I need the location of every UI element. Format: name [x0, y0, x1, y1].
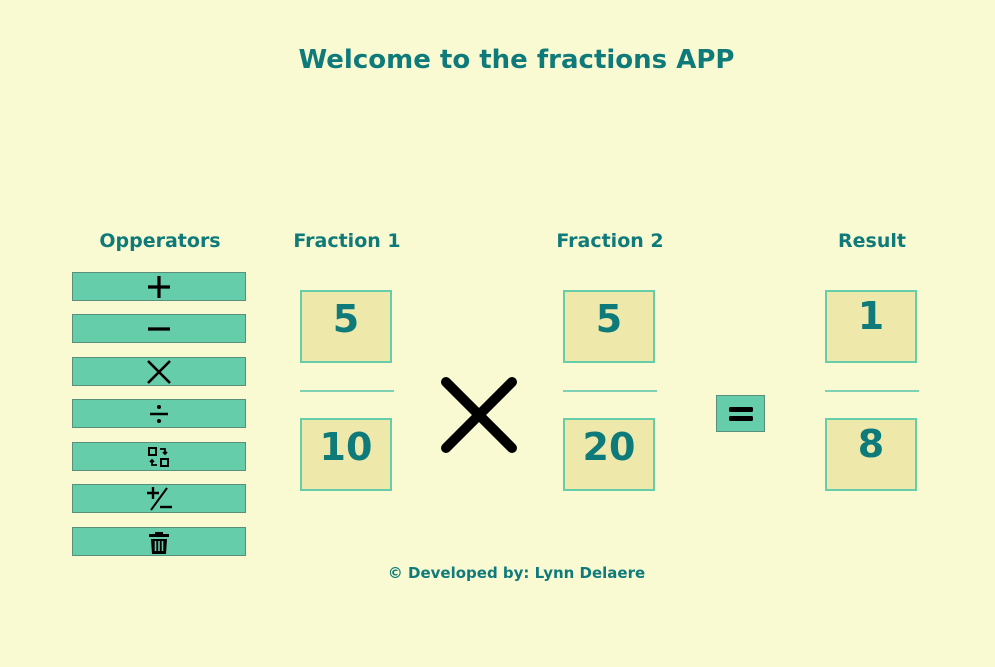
plus-minus-icon: [147, 486, 172, 511]
minus-icon: [148, 326, 170, 331]
page-title: Welcome to the fractions APP: [298, 45, 735, 75]
result-denominator: 8: [825, 418, 917, 491]
swap-button[interactable]: [72, 442, 246, 471]
multiply-button[interactable]: [72, 357, 246, 386]
result-divider: [825, 390, 919, 392]
fraction2-denominator-input[interactable]: 20: [563, 418, 655, 491]
add-button[interactable]: [72, 272, 246, 301]
negate-button[interactable]: [72, 484, 246, 513]
footer-credit: © Developed by: Lynn Delaere: [387, 564, 646, 582]
selected-operator: [440, 376, 518, 458]
divide-button[interactable]: [72, 399, 246, 428]
fraction2-numerator-input[interactable]: 5: [563, 290, 655, 363]
fraction1-denominator-input[interactable]: 10: [300, 418, 392, 491]
clear-button[interactable]: [72, 527, 246, 556]
trash-icon: [149, 531, 169, 554]
fraction2-divider: [563, 390, 657, 392]
multiply-icon: [441, 377, 517, 453]
swap-icon: [148, 446, 169, 467]
result-numerator: 1: [825, 290, 917, 363]
multiply-icon: [147, 359, 171, 384]
equals-button[interactable]: [716, 395, 765, 432]
operators-heading: Opperators: [99, 230, 221, 252]
divide-icon: [150, 404, 168, 423]
fraction1-numerator-input[interactable]: 5: [300, 290, 392, 363]
fraction1-heading: Fraction 1: [293, 230, 401, 252]
fraction2-heading: Fraction 2: [556, 230, 664, 252]
result-heading: Result: [838, 230, 906, 252]
fraction1-divider: [300, 390, 394, 392]
subtract-button[interactable]: [72, 314, 246, 343]
equals-icon: [728, 406, 753, 421]
plus-icon: [148, 275, 170, 298]
